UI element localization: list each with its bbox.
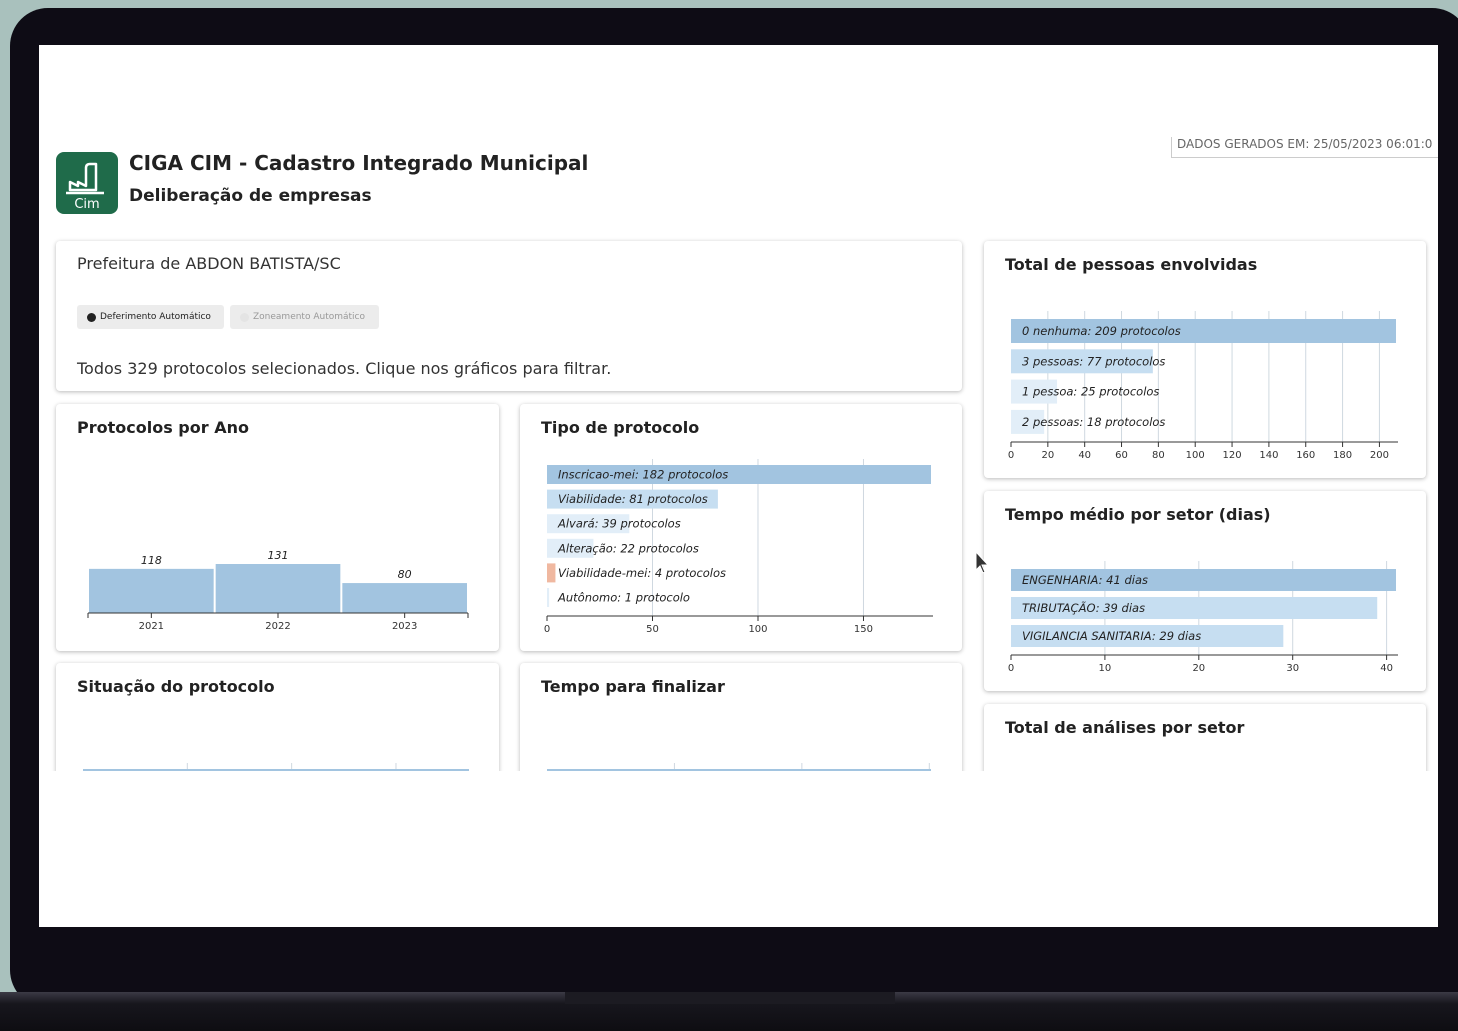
x-tick-label: 2021 xyxy=(139,621,164,632)
x-tick-label: 0 xyxy=(544,624,550,635)
chart-title-analises: Total de análises por setor xyxy=(1005,718,1245,737)
x-tick-label: 140 xyxy=(1259,450,1278,461)
chart-bar xyxy=(547,563,556,583)
bar-label: TRIBUTAÇÃO: 39 dias xyxy=(1022,600,1145,615)
toggle-zoneamento[interactable]: Zoneamento Automático xyxy=(230,305,379,329)
cim-logo: Cim xyxy=(56,152,118,214)
factory-icon: Cim xyxy=(66,162,104,212)
bar-label: 2 pessoas: 18 protocolos xyxy=(1022,415,1165,429)
bar-value-label: 131 xyxy=(268,549,289,562)
screen-bottom-blank xyxy=(39,771,1438,927)
chart-bar xyxy=(215,564,341,613)
x-tick-label: 2023 xyxy=(392,621,417,632)
x-tick-label: 80 xyxy=(1152,450,1165,461)
prefeitura-label: Prefeitura de ABDON BATISTA/SC xyxy=(77,254,341,273)
chart-card-pessoas: Total de pessoas envolvidas 0 nenhuma: 2… xyxy=(984,241,1426,478)
x-tick-label: 40 xyxy=(1078,450,1091,461)
chart-bar xyxy=(342,583,467,613)
bar-label: Alvará: 39 protocolos xyxy=(557,517,681,531)
x-tick-label: 150 xyxy=(854,624,873,635)
x-tick-label: 20 xyxy=(1192,663,1205,674)
chart-tipo[interactable]: Inscricao-mei: 182 protocolos Viabilidade… xyxy=(520,404,962,651)
bar-label: ENGENHARIA: 41 dias xyxy=(1022,573,1148,587)
app-title: CIGA CIM - Cadastro Integrado Municipal xyxy=(129,151,589,175)
x-tick-label: 50 xyxy=(646,624,659,635)
bar-label: Viabilidade: 81 protocolos xyxy=(558,492,708,506)
mouse-cursor-icon xyxy=(975,551,990,574)
laptop-hinge xyxy=(565,992,895,1004)
x-tick-label: 200 xyxy=(1370,450,1389,461)
x-tick-label: 0 xyxy=(1008,663,1014,674)
toggle-deferimento[interactable]: Deferimento Automático xyxy=(77,305,224,329)
screen: Cim CIGA CIM - Cadastro Integrado Munici… xyxy=(39,45,1438,927)
generated-at: DADOS GERADOS EM: 25/05/2023 06:01:0 xyxy=(1171,137,1438,158)
bar-label: 0 nenhuma: 209 protocolos xyxy=(1022,324,1181,338)
x-tick-label: 10 xyxy=(1099,663,1112,674)
x-tick-label: 160 xyxy=(1296,450,1315,461)
toggle-on-icon xyxy=(87,312,96,322)
x-tick-label: 20 xyxy=(1041,450,1054,461)
toggle-deferimento-label: Deferimento Automático xyxy=(100,312,211,322)
x-tick-label: 0 xyxy=(1008,450,1014,461)
bar-label: 1 pessoa: 25 protocolos xyxy=(1022,385,1159,399)
chart-card-ano: Protocolos por Ano 118 2021 131 2022 80 2023 xyxy=(56,404,499,651)
chart-card-tipo: Tipo de protocolo Inscricao-mei: 182 pro… xyxy=(520,404,962,651)
x-tick-label: 180 xyxy=(1333,450,1352,461)
chart-tempo-setor[interactable]: ENGENHARIA: 41 dias TRIBUTAÇÃO: 39 dias VI… xyxy=(984,491,1426,691)
toggle-off-icon xyxy=(240,312,249,322)
bar-label: VIGILANCIA SANITARIA: 29 dias xyxy=(1022,629,1201,643)
bar-label: 3 pessoas: 77 protocolos xyxy=(1022,354,1165,368)
x-tick-label: 2022 xyxy=(265,621,290,632)
logo-text: Cim xyxy=(74,197,99,212)
x-tick-label: 60 xyxy=(1115,450,1128,461)
chart-pessoas[interactable]: 0 nenhuma: 209 protocolos 3 pessoas: 77 p… xyxy=(984,241,1426,478)
bar-value-label: 118 xyxy=(141,554,162,567)
bar-label: Inscricao-mei: 182 protocolos xyxy=(558,468,728,482)
chart-bar xyxy=(89,568,214,613)
bar-value-label: 80 xyxy=(398,568,412,581)
x-tick-label: 100 xyxy=(748,624,767,635)
chart-card-tempo-setor: Tempo médio por setor (dias) ENGENHARIA:… xyxy=(984,491,1426,691)
x-tick-label: 120 xyxy=(1223,450,1242,461)
bar-label: Alteração: 22 protocolos xyxy=(557,541,699,555)
filter-card: Prefeitura de ABDON BATISTA/SC Deferimen… xyxy=(56,241,962,391)
chart-bar xyxy=(547,588,550,607)
x-tick-label: 30 xyxy=(1286,663,1299,674)
toggle-zoneamento-label: Zoneamento Automático xyxy=(253,312,365,322)
app-subtitle: Deliberação de empresas xyxy=(129,186,372,206)
x-tick-label: 40 xyxy=(1380,663,1393,674)
x-tick-label: 100 xyxy=(1186,450,1205,461)
selection-status: Todos 329 protocolos selecionados. Cliqu… xyxy=(77,359,612,378)
chart-ano[interactable]: 118 2021 131 2022 80 2023 xyxy=(56,404,499,651)
bar-label: Viabilidade-mei: 4 protocolos xyxy=(558,566,726,580)
bar-label: Autônomo: 1 protocolo xyxy=(557,591,690,605)
